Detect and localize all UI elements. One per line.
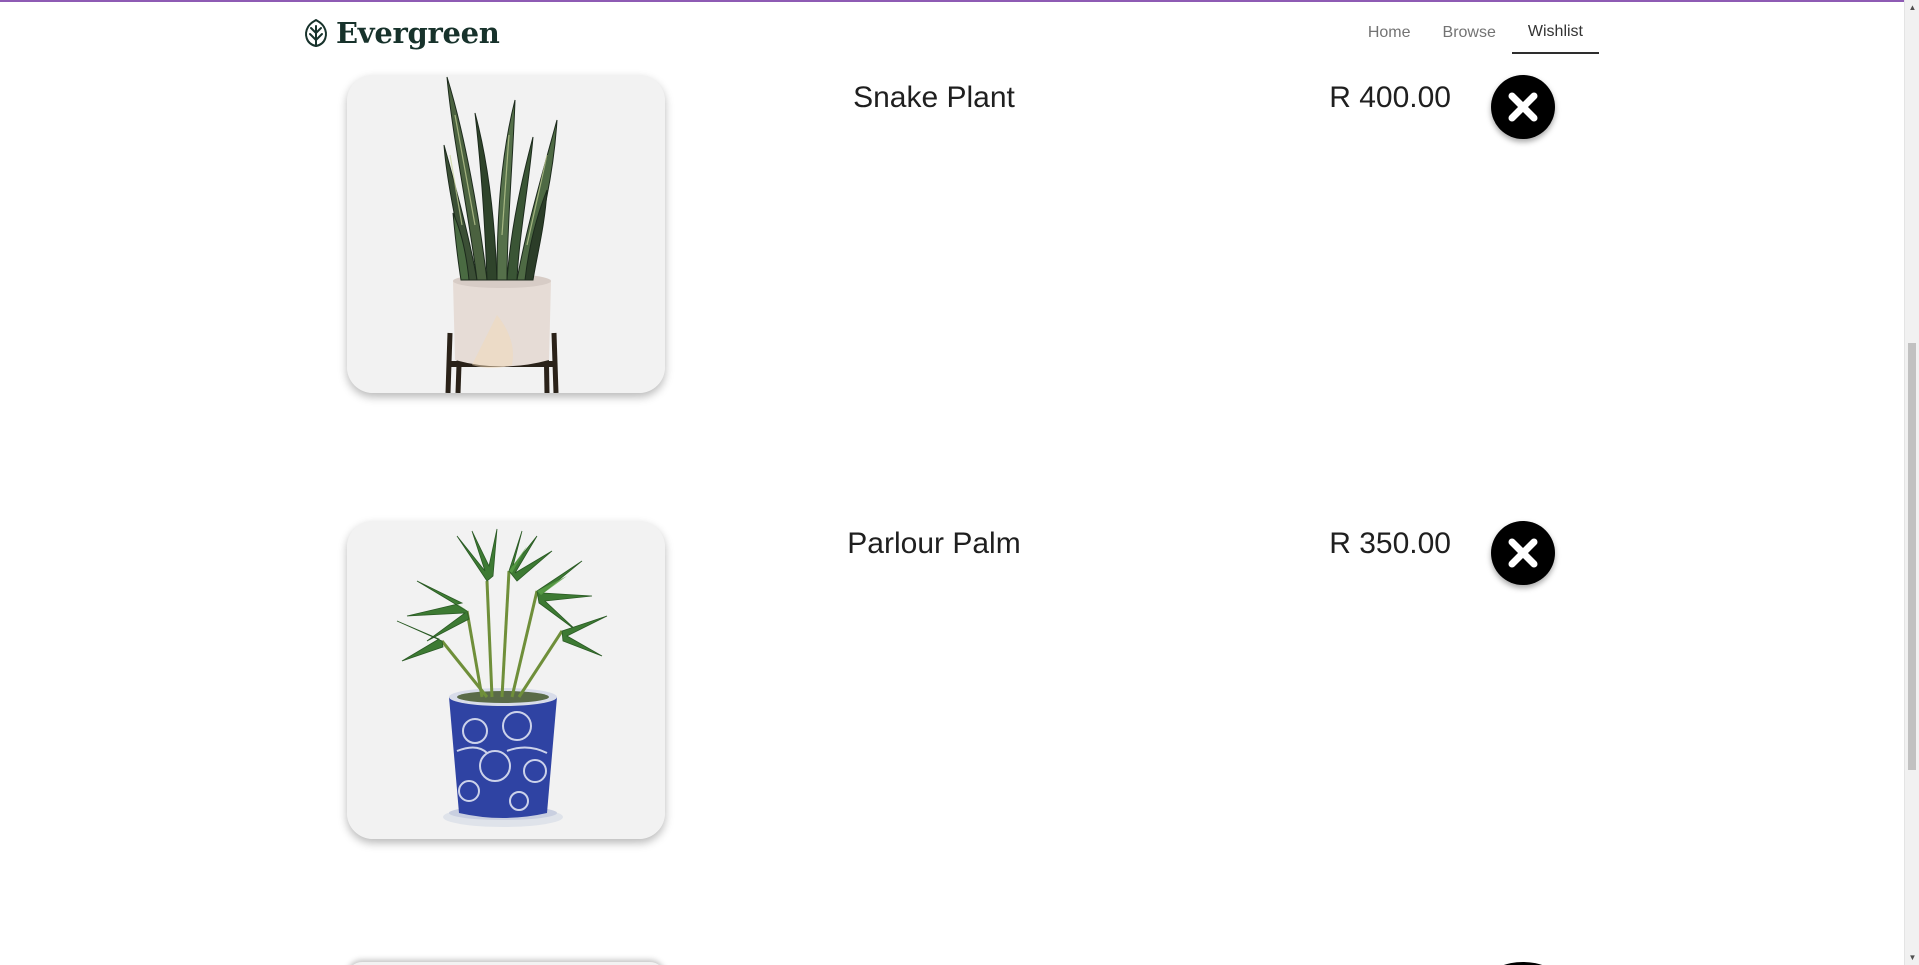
nav-wishlist[interactable]: Wishlist [1511, 12, 1599, 54]
wishlist-item: Snake Plant R 400.00 [347, 75, 1557, 393]
item-name[interactable]: Snake Plant [777, 81, 1091, 115]
snake-plant-image [347, 75, 665, 393]
scroll-up-arrow-icon[interactable]: ▲ [1905, 0, 1919, 15]
nav-home[interactable]: Home [1352, 12, 1427, 54]
brand-logo[interactable]: Evergreen [302, 16, 500, 50]
item-price: R 350.00 [1329, 527, 1451, 560]
site-header: Evergreen Home Browse Wishlist [0, 2, 1904, 60]
main-nav: Home Browse Wishlist [1352, 12, 1599, 54]
scroll-down-arrow-icon[interactable]: ▼ [1905, 950, 1919, 965]
item-name[interactable]: Parlour Palm [777, 527, 1091, 561]
item-price: R 400.00 [1329, 81, 1451, 114]
remove-button[interactable] [1491, 75, 1555, 139]
wishlist-page: Evergreen Home Browse Wishlist Snake Pla… [0, 0, 1919, 965]
nav-browse[interactable]: Browse [1427, 12, 1512, 54]
parlour-palm-image [347, 521, 665, 839]
wishlist-item: Parlour Palm R 350.00 [347, 521, 1557, 839]
remove-button[interactable] [1491, 521, 1555, 585]
leaf-icon [305, 19, 327, 47]
vertical-scrollbar[interactable]: ▲ ▼ [1904, 0, 1919, 965]
close-icon [1508, 92, 1538, 122]
scrollbar-thumb[interactable] [1908, 343, 1916, 770]
close-icon [1508, 538, 1538, 568]
brand-name: Evergreen [336, 16, 500, 50]
